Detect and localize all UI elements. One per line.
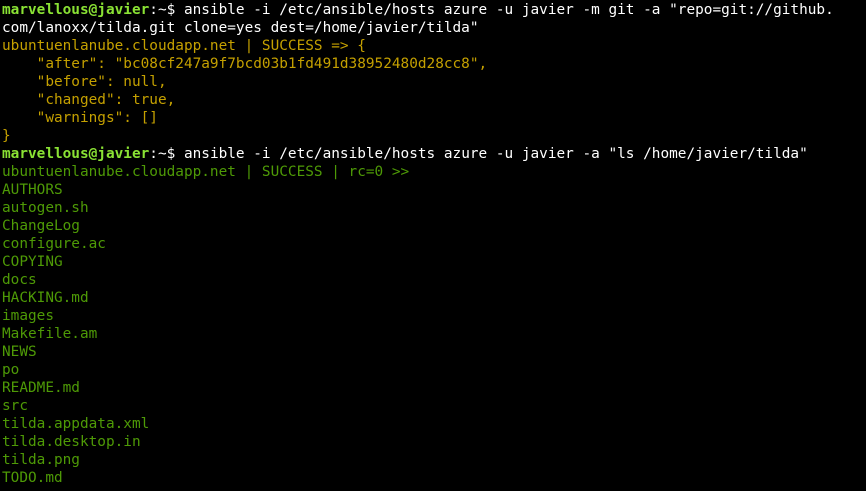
- terminal-window[interactable]: marvellous@javier:~$ ansible -i /etc/ans…: [0, 0, 866, 491]
- file-list-item: COPYING: [2, 254, 63, 270]
- file-list-item: configure.ac: [2, 236, 106, 252]
- file-list-item: tilda.png: [2, 452, 80, 468]
- output-line: "after": "bc08cf247a9f7bcd03b1fd491d3895…: [2, 56, 488, 72]
- prompt-line-2: marvellous@javier:~$ ansible -i /etc/ans…: [2, 145, 866, 163]
- file-list-item: docs: [2, 272, 37, 288]
- command-text-2: ansible -i /etc/ansible/hosts azure -u j…: [183, 146, 808, 162]
- output-line: "changed": true,: [2, 92, 176, 108]
- output-line: ubuntuenlanube.cloudapp.net | SUCCESS =>…: [2, 38, 366, 54]
- command-text-1a: ansible -i /etc/ansible/hosts azure -u j…: [183, 2, 834, 18]
- output-line: }: [2, 128, 11, 144]
- output-line: "warnings": []: [2, 110, 158, 126]
- file-list-item: NEWS: [2, 344, 37, 360]
- prompt-user-host: marvellous@javier: [2, 146, 150, 162]
- file-list-item: AUTHORS: [2, 182, 63, 198]
- prompt-user-host: marvellous@javier: [2, 2, 150, 18]
- output-line: "before": null,: [2, 74, 167, 90]
- output-header-2: ubuntuenlanube.cloudapp.net | SUCCESS | …: [2, 164, 410, 180]
- file-list-item: src: [2, 398, 28, 414]
- file-list-item: autogen.sh: [2, 200, 89, 216]
- file-list-item: Makefile.am: [2, 326, 98, 342]
- file-list-item: tilda.desktop.in: [2, 434, 141, 450]
- command-text-1b: com/lanoxx/tilda.git clone=yes dest=/hom…: [2, 20, 479, 36]
- file-list-item: HACKING.md: [2, 290, 89, 306]
- file-list-item: ChangeLog: [2, 218, 80, 234]
- prompt-suffix: :~$: [149, 146, 184, 162]
- file-list-item: TODO.md: [2, 470, 63, 486]
- file-list-item: README.md: [2, 380, 80, 396]
- file-list-item: po: [2, 362, 20, 378]
- prompt-suffix: :~$: [149, 2, 184, 18]
- file-list-item: images: [2, 308, 54, 324]
- file-list-item: tilda.appdata.xml: [2, 416, 150, 432]
- prompt-line-1: marvellous@javier:~$ ansible -i /etc/ans…: [2, 1, 866, 19]
